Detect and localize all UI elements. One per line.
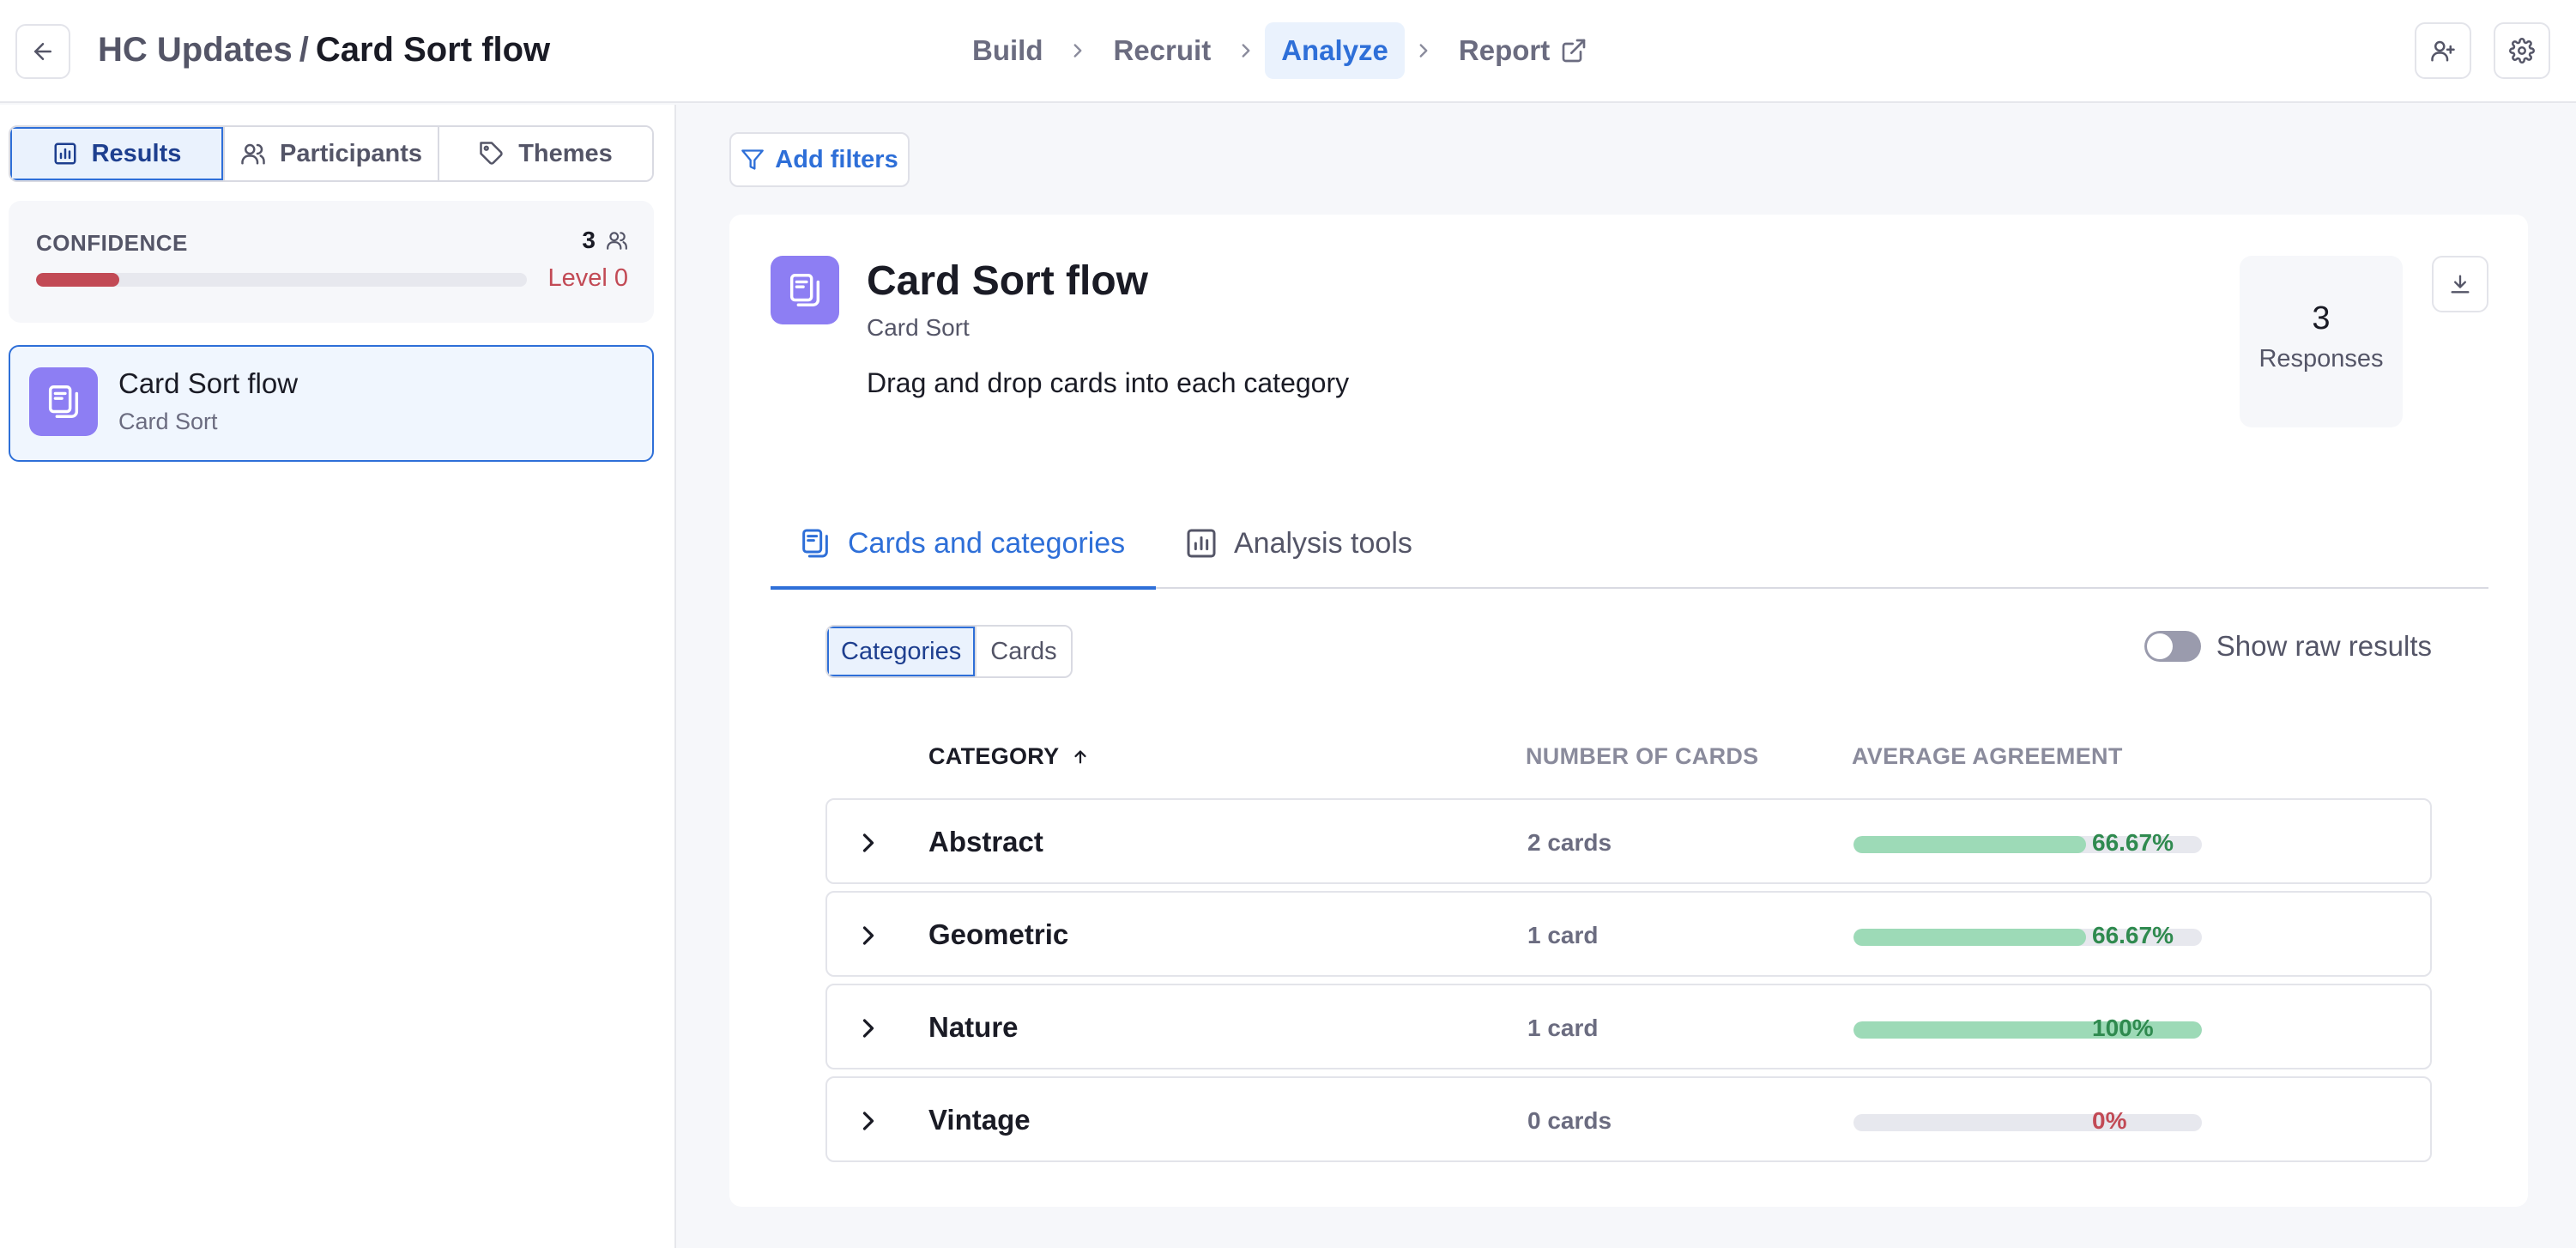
breadcrumb-separator: / — [299, 31, 309, 69]
bar-chart-icon — [1187, 529, 1216, 558]
chevron-right-icon[interactable] — [853, 827, 884, 858]
task-title: Card Sort flow — [867, 258, 1149, 304]
row-number-of-cards: 0 cards — [1527, 1107, 1612, 1134]
row-agreement-value: 66.67% — [2092, 829, 2174, 856]
users-icon — [241, 143, 265, 165]
agreement-bar-fill — [1853, 929, 2086, 946]
confidence-progress-fill — [36, 273, 120, 287]
row-category: Geometric — [928, 918, 1069, 950]
tab-participants-label: Participants — [280, 139, 422, 167]
confidence-panel: CONFIDENCE 3 Level 0 — [9, 201, 654, 323]
chevron-right-icon — [1405, 39, 1442, 62]
tab-results-label: Results — [91, 139, 182, 167]
tab-cards-and-categories[interactable]: Cards and categories — [798, 498, 1125, 589]
participant-count-value: 3 — [582, 227, 596, 253]
row-number-of-cards: 1 card — [1527, 922, 1599, 948]
responses-label: Responses — [2259, 345, 2384, 373]
page-title: Card Sort flow — [315, 31, 551, 69]
results-card: Card Sort flow Card Sort Drag and drop c… — [729, 215, 2528, 1207]
tab-themes[interactable]: Themes — [439, 127, 652, 180]
responses-summary: 3 Responses — [2240, 256, 2403, 427]
tab-analysis-tools-label: Analysis tools — [1234, 526, 1412, 560]
participant-count: 3 — [582, 227, 628, 254]
row-number-of-cards: 2 cards — [1527, 829, 1612, 856]
chevron-right-icon[interactable] — [853, 1013, 884, 1044]
table-row[interactable]: Nature 1 card 100% — [825, 984, 2432, 1069]
chevron-right-icon[interactable] — [853, 1106, 884, 1136]
chevron-right-icon[interactable] — [853, 920, 884, 951]
column-header-category[interactable]: CATEGORY — [928, 743, 1090, 770]
column-header-number-of-cards: NUMBER OF CARDS — [1526, 743, 1759, 769]
download-icon — [2451, 275, 2470, 294]
download-button[interactable] — [2432, 256, 2488, 312]
arrow-left-icon — [34, 43, 51, 60]
agreement-bar-fill — [1853, 836, 2086, 853]
sidebar-tabs: Results Participants Themes — [9, 125, 654, 182]
view-toggle: Categories Cards — [825, 625, 1073, 678]
tag-icon — [480, 142, 503, 165]
table-row[interactable]: Geometric 1 card 66.67% — [825, 891, 2432, 977]
breadcrumb: HC Updates / Card Sort flow — [98, 26, 550, 74]
top-header: HC Updates / Card Sort flow Build Recruit … — [0, 0, 2576, 103]
back-button[interactable] — [15, 24, 70, 79]
card-sort-icon — [802, 529, 828, 558]
raw-results-switch[interactable] — [2144, 631, 2201, 662]
confidence-progress-bar — [36, 273, 527, 287]
show-raw-results: Show raw results — [2144, 630, 2432, 663]
confidence-label: CONFIDENCE — [36, 230, 188, 256]
card-sort-icon — [771, 256, 839, 324]
toggle-categories[interactable]: Categories — [827, 627, 976, 676]
sidebar: Results Participants Themes CONFIDENCE 3… — [0, 105, 676, 1248]
chevron-right-icon — [1059, 39, 1097, 62]
bar-chart-icon — [54, 142, 76, 165]
settings-button[interactable] — [2494, 22, 2550, 79]
users-icon — [607, 232, 627, 250]
gear-icon — [2509, 38, 2535, 64]
analysis-tabs: Cards and categories Analysis tools — [771, 498, 2488, 590]
row-agreement-value: 66.67% — [2092, 922, 2174, 948]
sidebar-item-card-sort-flow[interactable]: Card Sort flow Card Sort — [9, 345, 654, 462]
tab-themes-label: Themes — [518, 139, 613, 167]
tab-analysis-tools[interactable]: Analysis tools — [1184, 498, 1412, 589]
step-analyze[interactable]: Analyze — [1265, 22, 1405, 79]
user-plus-icon — [2431, 40, 2455, 62]
chevron-right-icon — [1227, 39, 1265, 62]
responses-count: 3 — [2312, 300, 2331, 336]
row-number-of-cards: 1 card — [1527, 1015, 1599, 1041]
tab-participants[interactable]: Participants — [225, 127, 439, 180]
table-row[interactable]: Vintage 0 cards 0% — [825, 1076, 2432, 1162]
filter-icon — [741, 149, 765, 170]
step-report[interactable]: Report — [1442, 22, 1604, 79]
step-build[interactable]: Build — [956, 22, 1059, 79]
column-header-category-label: CATEGORY — [928, 743, 1060, 769]
table-row[interactable]: Abstract 2 cards 66.67% — [825, 798, 2432, 884]
column-header-average-agreement: AVERAGE AGREEMENT — [1852, 743, 2123, 769]
arrow-up-icon — [1074, 749, 1087, 764]
tab-cards-and-categories-label: Cards and categories — [848, 526, 1126, 560]
sidebar-item-subtitle: Card Sort — [118, 409, 218, 434]
raw-results-label: Show raw results — [2216, 630, 2432, 662]
invite-collaborator-button[interactable] — [2415, 22, 2471, 79]
agreement-bar — [1853, 1114, 2202, 1131]
breadcrumb-project[interactable]: HC Updates — [98, 31, 293, 69]
row-category: Abstract — [928, 826, 1043, 857]
row-agreement-value: 0% — [2092, 1107, 2127, 1134]
row-category: Nature — [928, 1011, 1019, 1043]
row-category: Vintage — [928, 1104, 1031, 1136]
toggle-cards[interactable]: Cards — [975, 627, 1071, 676]
task-type: Card Sort — [867, 314, 970, 341]
card-sort-icon — [29, 367, 98, 436]
workflow-steps: Build Recruit Analyze Report — [956, 22, 1604, 79]
add-filters-button[interactable]: Add filters — [729, 132, 910, 187]
sidebar-item-title: Card Sort flow — [118, 367, 299, 399]
row-agreement-value: 100% — [2092, 1015, 2154, 1041]
task-description: Drag and drop cards into each category — [867, 367, 1350, 398]
external-link-icon — [1562, 39, 1586, 63]
confidence-level: Level 0 — [547, 264, 628, 292]
active-tab-indicator — [771, 586, 1156, 590]
tab-results[interactable]: Results — [10, 127, 225, 180]
step-report-label: Report — [1458, 34, 1551, 66]
step-recruit[interactable]: Recruit — [1097, 22, 1227, 79]
add-filters-label: Add filters — [775, 145, 898, 173]
